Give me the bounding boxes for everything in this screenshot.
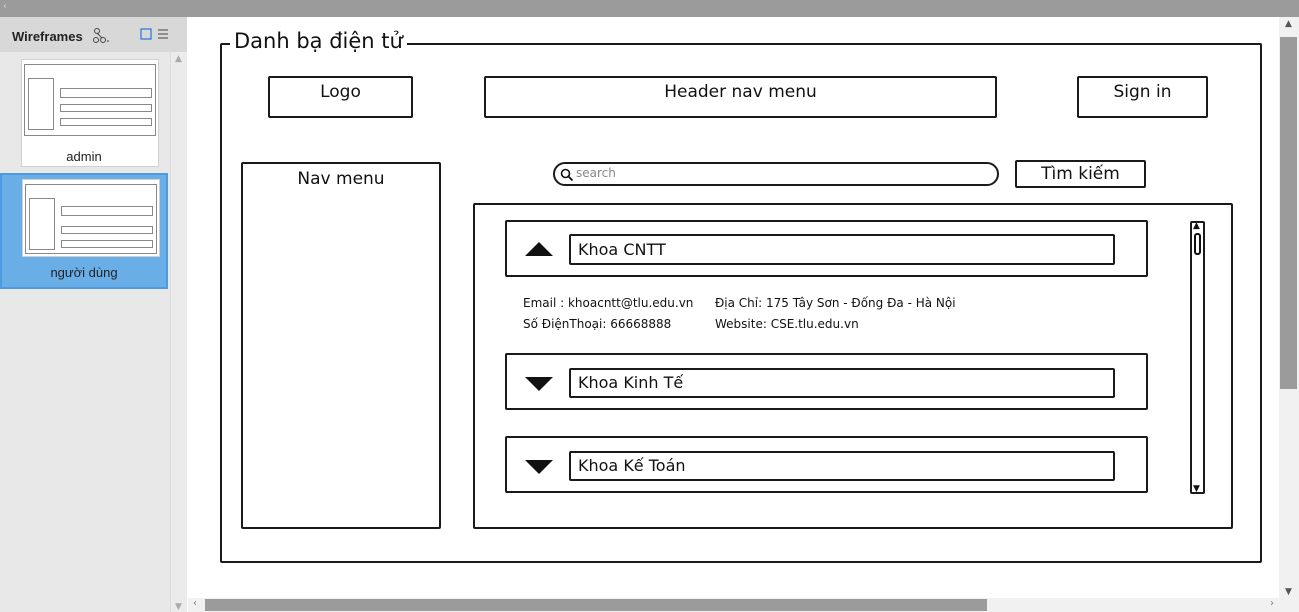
- panel-scrollbar[interactable]: ▲ ▼: [170, 52, 187, 612]
- thumbnail-nguoi-dung: [22, 179, 160, 257]
- department-address: Địa Chỉ: 175 Tây Sơn - Đống Đa - Hà Nội: [715, 296, 956, 310]
- wireframe-item-label: người dùng: [50, 265, 118, 280]
- header-nav-label: Header nav menu: [664, 82, 817, 102]
- scroll-thumb[interactable]: [205, 599, 987, 611]
- panel-title: Wireframes: [12, 29, 83, 44]
- horizontal-scrollbar[interactable]: ‹ ›: [188, 598, 1279, 612]
- nav-menu-label: Nav menu: [297, 169, 385, 189]
- wireframe-item-label: admin: [66, 149, 102, 164]
- search-placeholder: search: [576, 166, 616, 180]
- department-name: Khoa Kế Toán: [578, 456, 686, 475]
- logo-box[interactable]: Logo: [268, 76, 413, 118]
- department-name-field: Khoa Kinh Tế: [569, 368, 1115, 398]
- vertical-scrollbar[interactable]: ▲ ▼: [1279, 17, 1299, 598]
- app-window: ‹ Wireframes admin người dùng ▲ ▼ Danh b…: [0, 0, 1299, 612]
- collapse-icon[interactable]: [525, 242, 553, 256]
- expand-icon[interactable]: [525, 377, 553, 391]
- accordion-scrollbar[interactable]: ▲ ▼: [1190, 221, 1205, 494]
- top-bar: ‹: [0, 0, 1299, 17]
- wireframe-item-nguoi-dung[interactable]: người dùng: [0, 173, 168, 289]
- department-phone: Số ĐiệnThoại: 66668888: [523, 317, 672, 331]
- scroll-down-icon[interactable]: ▼: [1193, 484, 1200, 494]
- scroll-right-icon[interactable]: ›: [1270, 598, 1274, 609]
- search-button[interactable]: Tìm kiếm: [1015, 160, 1146, 188]
- scroll-left-icon[interactable]: ‹: [3, 1, 7, 12]
- department-name-field: Khoa CNTT: [569, 234, 1115, 265]
- frame-title: Danh bạ điện tử: [230, 29, 407, 53]
- department-name: Khoa Kinh Tế: [578, 373, 684, 392]
- nav-menu-box[interactable]: Nav menu: [241, 162, 441, 529]
- department-name: Khoa CNTT: [578, 240, 666, 259]
- sign-in-button[interactable]: Sign in: [1077, 76, 1208, 118]
- scrollbar-corner: [1279, 598, 1299, 612]
- sign-in-label: Sign in: [1113, 82, 1172, 102]
- wireframes-panel: Wireframes admin người dùng ▲ ▼: [0, 17, 187, 612]
- search-icon: [560, 167, 574, 186]
- accordion-header-cntt[interactable]: Khoa CNTT: [505, 220, 1148, 277]
- scroll-left-icon[interactable]: ‹: [193, 598, 197, 609]
- wireframe-canvas[interactable]: Danh bạ điện tử Logo Header nav menu Sig…: [188, 17, 1279, 598]
- expand-icon[interactable]: [525, 460, 553, 474]
- share-icon[interactable]: [92, 28, 110, 48]
- department-name-field: Khoa Kế Toán: [569, 451, 1115, 481]
- list-view-icon[interactable]: [157, 28, 169, 44]
- scroll-up-icon[interactable]: ▲: [175, 54, 182, 64]
- search-button-label: Tìm kiếm: [1041, 164, 1120, 184]
- department-website: Website: CSE.tlu.edu.vn: [715, 317, 859, 331]
- scroll-down-icon[interactable]: ▼: [175, 602, 182, 612]
- grid-view-icon[interactable]: [140, 28, 152, 44]
- accordion-header-kinh-te[interactable]: Khoa Kinh Tế: [505, 353, 1148, 410]
- scroll-up-icon[interactable]: ▲: [1285, 19, 1292, 29]
- scroll-up-icon[interactable]: ▲: [1193, 221, 1200, 231]
- search-input[interactable]: search: [553, 162, 999, 186]
- scroll-thumb[interactable]: [1280, 37, 1297, 389]
- logo-label: Logo: [320, 82, 361, 102]
- scroll-down-icon[interactable]: ▼: [1285, 587, 1292, 597]
- header-nav-box[interactable]: Header nav menu: [484, 76, 997, 118]
- accordion-header-ke-toan[interactable]: Khoa Kế Toán: [505, 436, 1148, 493]
- department-email: Email : khoacntt@tlu.edu.vn: [523, 296, 694, 310]
- scroll-thumb[interactable]: [1194, 233, 1201, 255]
- wireframe-item-admin[interactable]: admin: [0, 57, 168, 169]
- panel-header: Wireframes: [0, 17, 187, 52]
